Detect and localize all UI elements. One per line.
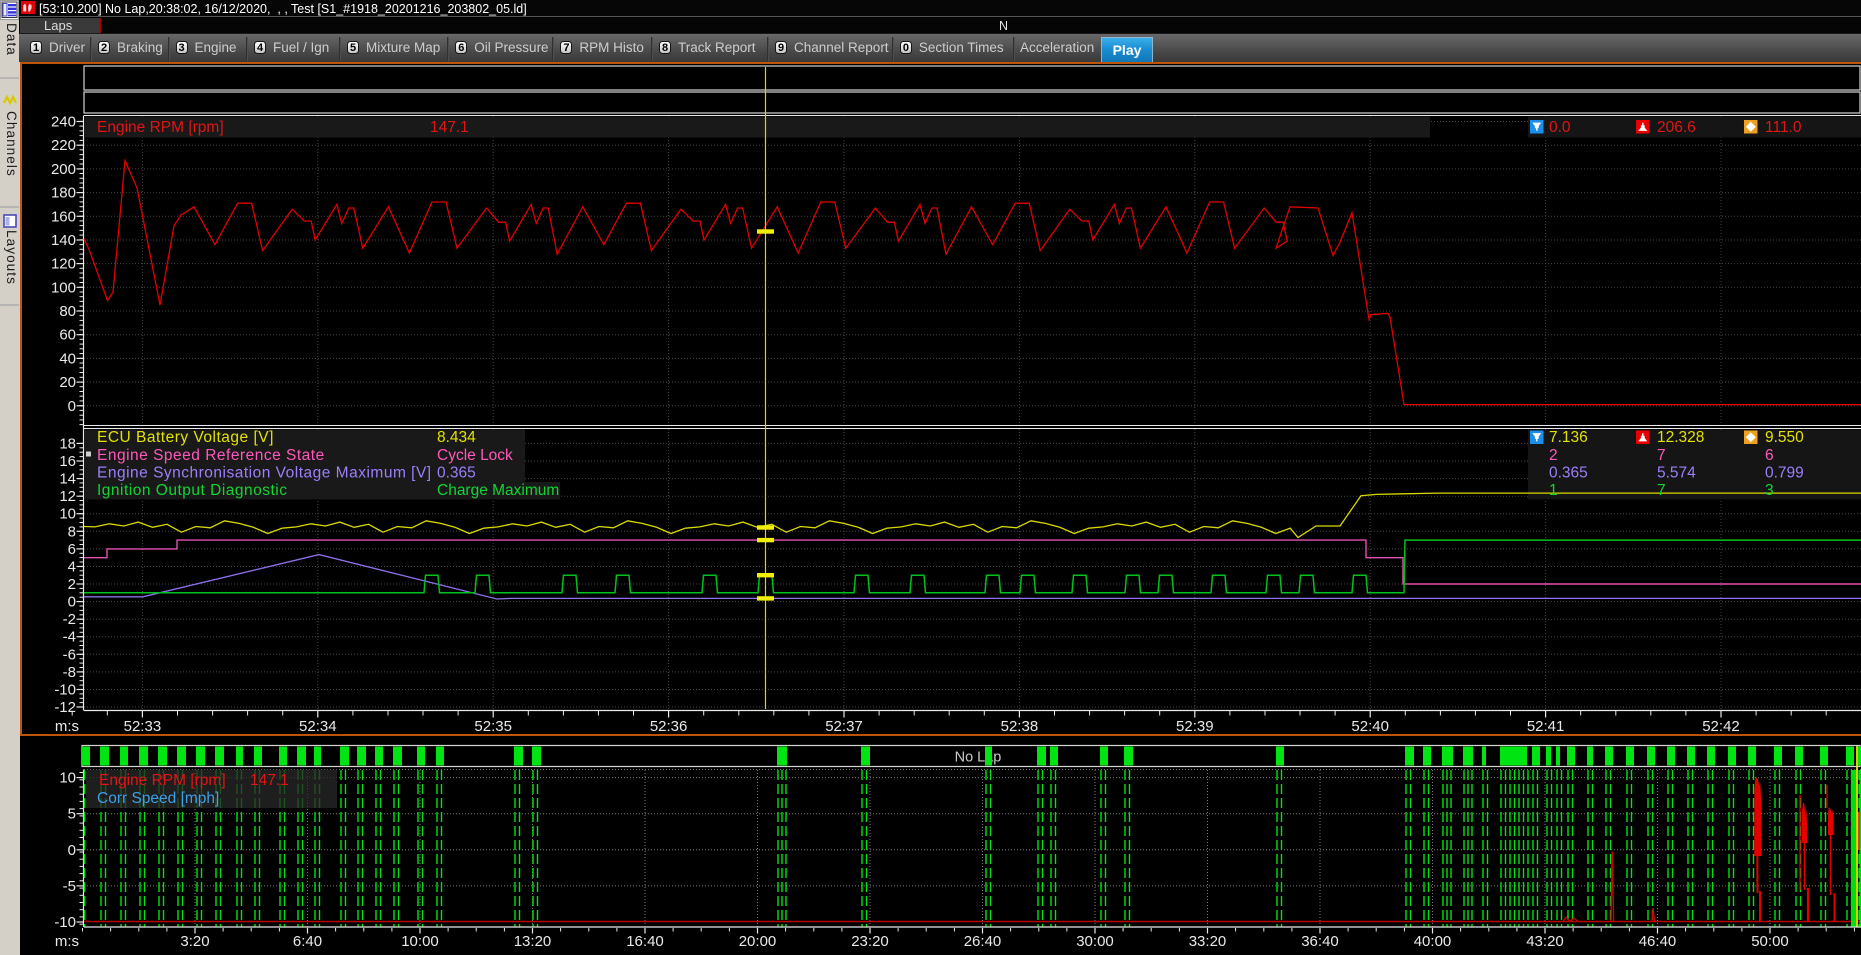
svg-text:0: 0 [68, 594, 76, 611]
svg-text:3:20: 3:20 [180, 933, 209, 950]
svg-text:8: 8 [68, 523, 76, 540]
svg-text:14: 14 [59, 471, 76, 488]
svg-text:80: 80 [59, 303, 76, 320]
svg-text:13:20: 13:20 [514, 933, 552, 950]
svg-text:Corr Speed [mph]: Corr Speed [mph] [97, 790, 219, 807]
svg-text:Ignition Output Diagnostic: Ignition Output Diagnostic [97, 482, 288, 499]
svg-text:No Lap: No Lap [955, 750, 1002, 766]
svg-text:120: 120 [51, 256, 76, 273]
svg-text:52:36: 52:36 [650, 718, 688, 735]
svg-text:43:20: 43:20 [1526, 933, 1564, 950]
svg-text:20: 20 [59, 374, 76, 391]
svg-text:36:40: 36:40 [1301, 933, 1339, 950]
svg-text:9.550: 9.550 [1765, 429, 1804, 446]
svg-text:52:33: 52:33 [124, 718, 162, 735]
svg-text:10:00: 10:00 [401, 933, 439, 950]
svg-text:52:41: 52:41 [1527, 718, 1565, 735]
svg-text:16:40: 16:40 [626, 933, 664, 950]
svg-text:26:40: 26:40 [964, 933, 1002, 950]
svg-text:200: 200 [51, 161, 76, 178]
svg-text:60: 60 [59, 327, 76, 344]
svg-text:10: 10 [59, 506, 76, 523]
svg-text:16: 16 [59, 453, 76, 470]
svg-text:2: 2 [68, 576, 76, 593]
svg-text:52:38: 52:38 [1001, 718, 1039, 735]
svg-text:2: 2 [1549, 447, 1558, 464]
svg-text:147.1: 147.1 [430, 119, 469, 136]
svg-text:-2: -2 [63, 611, 76, 628]
svg-text:-8: -8 [63, 664, 76, 681]
svg-text:-10: -10 [54, 914, 76, 931]
svg-text:52:39: 52:39 [1176, 718, 1214, 735]
svg-text:6:40: 6:40 [293, 933, 322, 950]
svg-text:-12: -12 [54, 699, 76, 716]
svg-text:220: 220 [51, 137, 76, 154]
svg-text:Engine RPM [rpm]: Engine RPM [rpm] [99, 772, 226, 789]
svg-text:111.0: 111.0 [1765, 119, 1802, 136]
svg-text:5: 5 [68, 806, 76, 823]
svg-text:52:40: 52:40 [1351, 718, 1389, 735]
svg-text:-6: -6 [63, 646, 76, 663]
svg-text:Cycle Lock: Cycle Lock [437, 447, 513, 464]
svg-text:1: 1 [1549, 482, 1558, 499]
svg-text:5.574: 5.574 [1657, 465, 1696, 482]
svg-text:0.799: 0.799 [1765, 465, 1804, 482]
svg-text:Engine Synchronisation Voltage: Engine Synchronisation Voltage Maximum [… [97, 465, 432, 482]
svg-text:0.365: 0.365 [1549, 465, 1588, 482]
svg-text:-4: -4 [63, 629, 76, 646]
svg-text:30:00: 30:00 [1076, 933, 1114, 950]
svg-text:7: 7 [1657, 447, 1666, 464]
svg-text:147.1: 147.1 [250, 772, 289, 789]
svg-text:Engine Speed Reference State: Engine Speed Reference State [97, 447, 325, 464]
svg-text:160: 160 [51, 208, 76, 225]
svg-text:7.136: 7.136 [1549, 429, 1588, 446]
svg-text:Charge Maximum: Charge Maximum [437, 482, 559, 499]
svg-text:m:s: m:s [55, 933, 79, 950]
svg-text:4: 4 [68, 559, 76, 576]
svg-text:0.365: 0.365 [437, 465, 476, 482]
svg-text:52:42: 52:42 [1702, 718, 1740, 735]
svg-text:6: 6 [1765, 447, 1774, 464]
svg-text:20:00: 20:00 [739, 933, 777, 950]
svg-text:52:34: 52:34 [299, 718, 337, 735]
svg-text:-5: -5 [63, 878, 76, 895]
svg-text:12: 12 [59, 488, 76, 505]
svg-text:0: 0 [68, 398, 76, 415]
svg-text:240: 240 [51, 114, 76, 131]
svg-text:-10: -10 [54, 682, 76, 699]
svg-text:40: 40 [59, 350, 76, 367]
svg-text:50:00: 50:00 [1751, 933, 1789, 950]
svg-text:18: 18 [59, 435, 76, 452]
svg-text:23:20: 23:20 [851, 933, 889, 950]
svg-text:33:20: 33:20 [1189, 933, 1227, 950]
svg-text:40:00: 40:00 [1414, 933, 1452, 950]
svg-text:7: 7 [1657, 482, 1666, 499]
svg-text:8.434: 8.434 [437, 429, 476, 446]
svg-text:206.6: 206.6 [1657, 119, 1696, 136]
svg-text:0.0: 0.0 [1549, 119, 1571, 136]
svg-text:180: 180 [51, 185, 76, 202]
svg-text:52:35: 52:35 [474, 718, 512, 735]
svg-text:52:37: 52:37 [825, 718, 863, 735]
svg-text:0: 0 [68, 842, 76, 859]
svg-text:100: 100 [51, 279, 76, 296]
svg-text:Engine RPM [rpm]: Engine RPM [rpm] [97, 119, 224, 136]
svg-text:6: 6 [68, 541, 76, 558]
svg-text:10: 10 [59, 770, 76, 787]
svg-text:46:40: 46:40 [1639, 933, 1677, 950]
svg-text:140: 140 [51, 232, 76, 249]
svg-text:3: 3 [1765, 482, 1774, 499]
svg-text:ECU Battery Voltage [V]: ECU Battery Voltage [V] [97, 429, 274, 446]
svg-text:12.328: 12.328 [1657, 429, 1704, 446]
svg-text:m:s: m:s [55, 718, 79, 735]
